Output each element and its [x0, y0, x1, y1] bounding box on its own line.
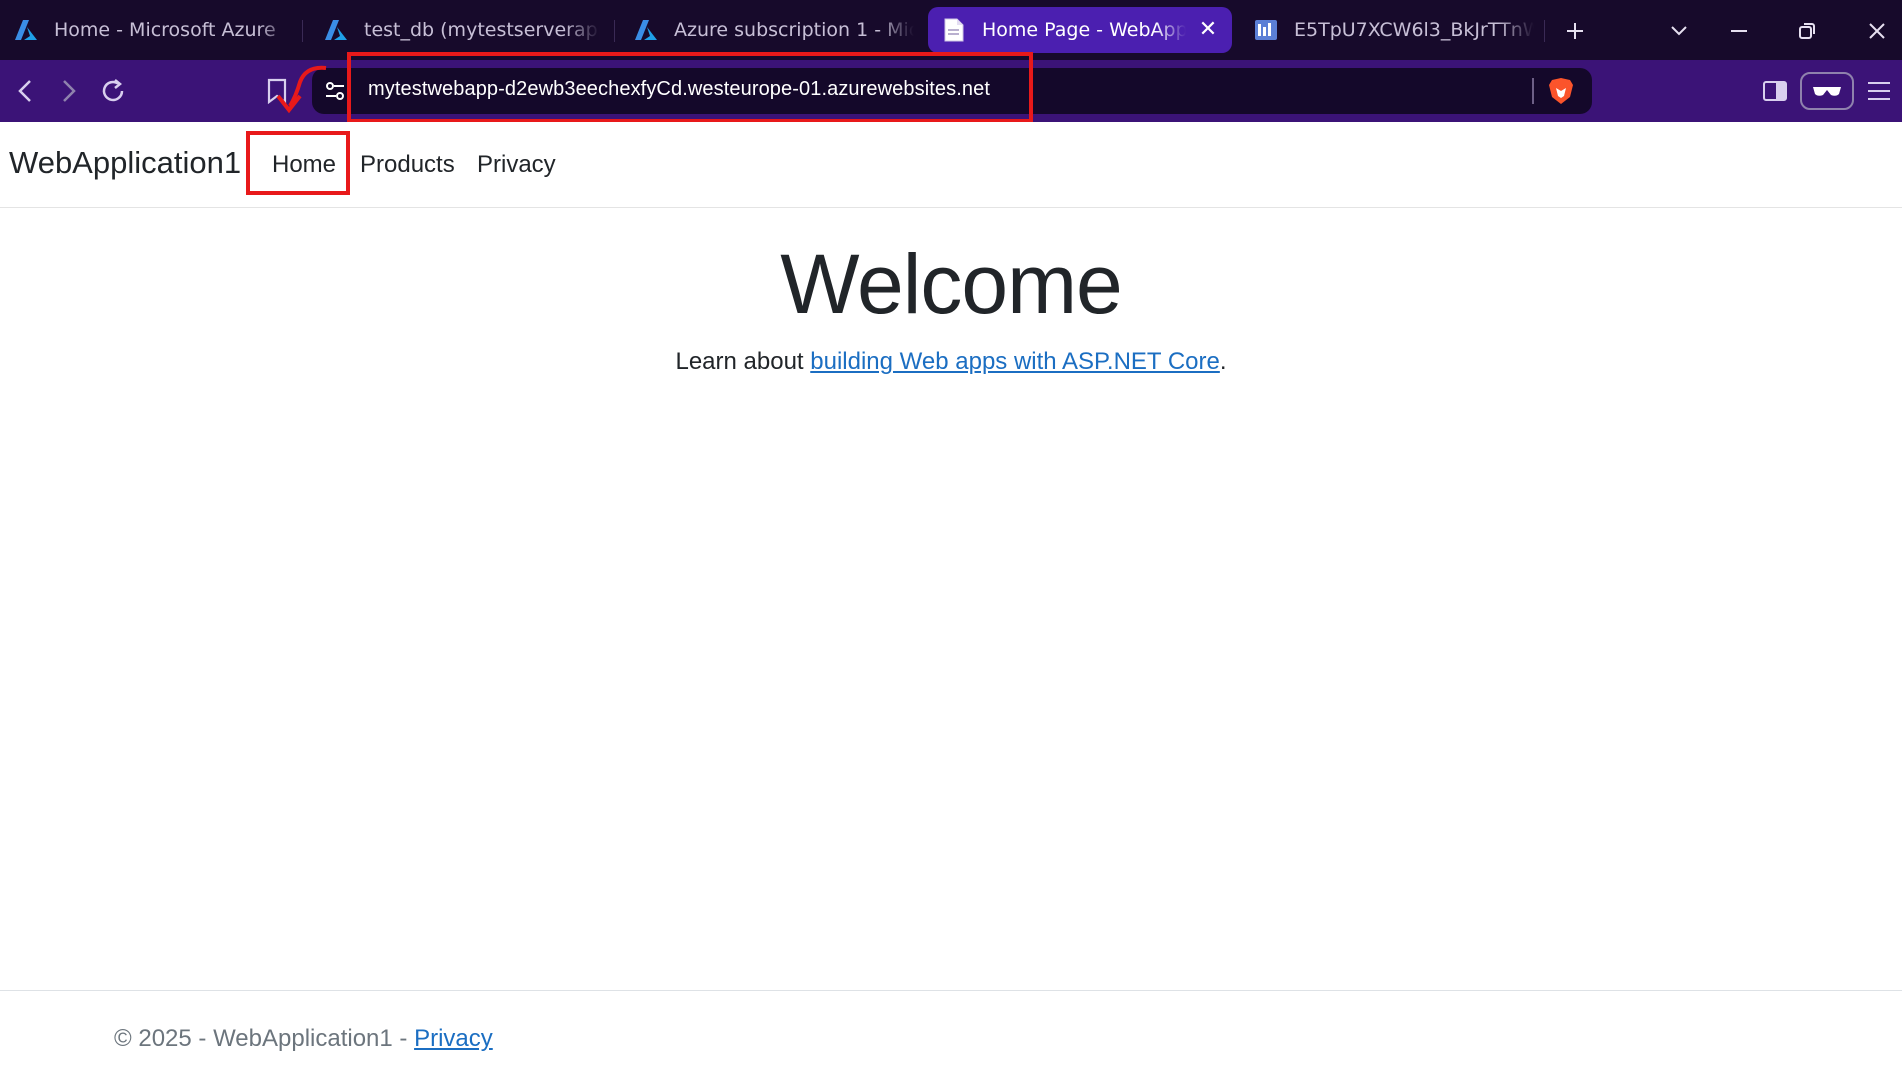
lead-suffix: .: [1219, 348, 1227, 375]
azure-icon: [14, 18, 38, 42]
tab-separator: [614, 20, 615, 42]
forward-button[interactable]: [50, 72, 88, 110]
restore-button[interactable]: [1790, 14, 1824, 48]
tab-search-chevron-icon[interactable]: [1662, 14, 1696, 48]
menu-icon[interactable]: [1860, 72, 1898, 110]
tab-title: Home - Microsoft Azure: [54, 19, 276, 41]
aspnet-docs-link[interactable]: building Web apps with ASP.NET Core: [810, 348, 1220, 375]
sidebar-toggle-icon[interactable]: [1756, 72, 1794, 110]
tab-separator: [1544, 20, 1545, 42]
brave-shields-icon[interactable]: [1542, 72, 1580, 110]
tab-test-db[interactable]: test_db (mytestserverapp/test: [310, 7, 610, 53]
tab-home-page-webapplication[interactable]: Home Page - WebApplica ✕: [928, 7, 1232, 53]
azure-icon: [634, 18, 658, 42]
lead-text: Learn about building Web apps with ASP.N…: [0, 348, 1902, 376]
tab-title: E5TpU7XCW6l3_BkJrTTnWITor: [1294, 19, 1534, 41]
minimize-button[interactable]: [1722, 14, 1756, 48]
tab-title: Azure subscription 1 - Micros: [674, 19, 914, 41]
image-icon: [1254, 18, 1278, 42]
omnibox-divider: [1532, 78, 1534, 104]
footer-text: © 2025 - WebApplication1 - Privacy: [114, 1025, 493, 1053]
close-window-button[interactable]: [1860, 14, 1894, 48]
tab-title: Home Page - WebApplica: [982, 19, 1186, 41]
url-text[interactable]: mytestwebapp-d2ewb3eechexfyCd.westeurope…: [368, 78, 990, 101]
tab-home-azure[interactable]: Home - Microsoft Azure: [0, 7, 300, 53]
footer-copyright: © 2025 - WebApplication1 -: [114, 1025, 415, 1052]
lead-prefix: Learn about: [675, 348, 811, 375]
azure-icon: [324, 18, 348, 42]
page-title: Welcome: [780, 237, 1123, 331]
nav-link-products[interactable]: Products: [360, 151, 455, 179]
site-brand[interactable]: WebApplication1: [9, 145, 241, 181]
tab-azure-subscription[interactable]: Azure subscription 1 - Micros: [620, 7, 920, 53]
tab-separator: [302, 20, 303, 42]
reload-button[interactable]: [94, 72, 132, 110]
annotation-arrow-icon: [276, 65, 327, 114]
new-tab-button[interactable]: [1558, 14, 1592, 48]
reader-mode-icon[interactable]: [1800, 72, 1854, 110]
tab-title: test_db (mytestserverapp/test: [364, 19, 600, 41]
close-tab-icon[interactable]: ✕: [1196, 17, 1220, 42]
back-button[interactable]: [6, 72, 44, 110]
nav-link-privacy[interactable]: Privacy: [477, 151, 556, 179]
nav-link-home[interactable]: Home: [272, 151, 336, 179]
footer-privacy-link[interactable]: Privacy: [414, 1025, 493, 1052]
page-icon: [942, 18, 966, 42]
tab-image[interactable]: E5TpU7XCW6l3_BkJrTTnWITor: [1240, 7, 1540, 53]
